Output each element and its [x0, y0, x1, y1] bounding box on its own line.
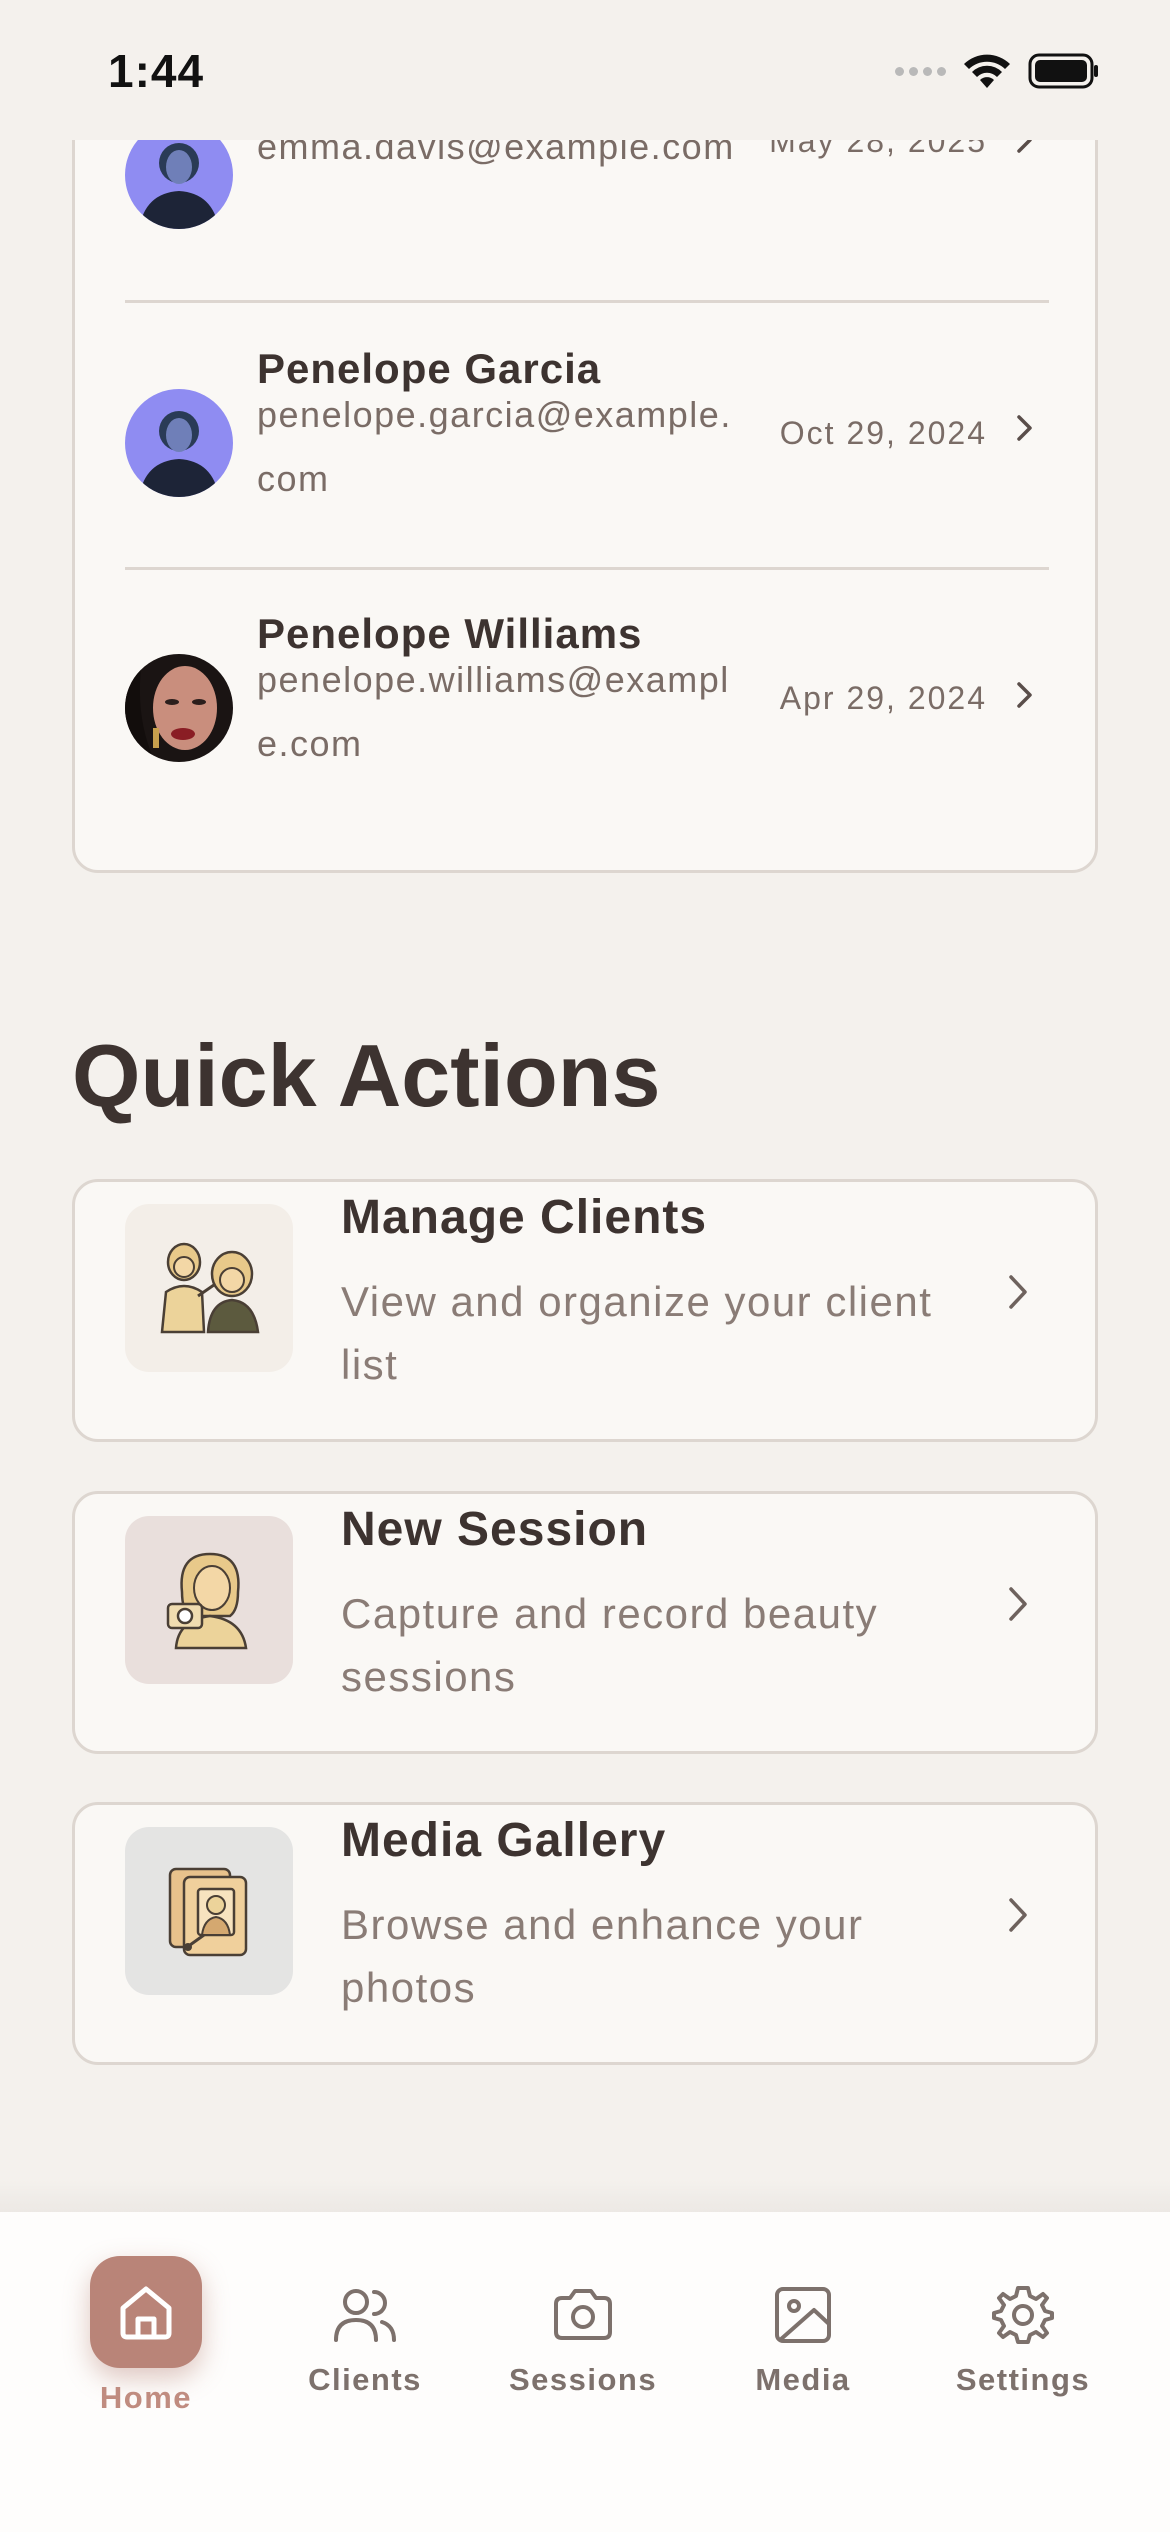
tab-label: Settings	[955, 2362, 1091, 2397]
chevron-right-icon	[1017, 682, 1032, 708]
recent-clients-card: emma.davis@example.com May 28, 2025 Pene…	[72, 40, 1098, 873]
action-subtitle: Capture and record beauty sessions	[341, 1590, 879, 1700]
camera-icon	[554, 2289, 612, 2340]
tab-label: Home	[99, 2380, 193, 2415]
house-icon	[120, 2286, 172, 2340]
gear-icon	[992, 2286, 1054, 2344]
tab-bar-shadow	[0, 2180, 1170, 2214]
new-session-card[interactable]: New Session Capture and record beauty se…	[72, 1491, 1098, 1754]
action-title: Manage Clients	[341, 1191, 708, 1244]
chevron-right-icon	[1009, 1587, 1027, 1621]
client-date: Apr 29, 2024	[779, 680, 987, 716]
action-subtitle: View and organize your client list	[341, 1278, 933, 1388]
chevron-right-icon	[1009, 1275, 1027, 1309]
woman-camera-illustration-icon	[125, 1516, 293, 1684]
status-time: 1:44	[108, 45, 205, 97]
media-gallery-card[interactable]: Media Gallery Browse and enhance your ph…	[72, 1802, 1098, 2065]
photo-album-illustration-icon	[125, 1827, 293, 1995]
makeup-artist-client-illustration-icon	[125, 1204, 293, 1372]
manage-clients-card[interactable]: Manage Clients View and organize your cl…	[72, 1179, 1098, 1442]
tab-label: Clients	[308, 2362, 422, 2397]
action-title: Media Gallery	[341, 1814, 667, 1867]
status-bar: 1:44	[0, 0, 1170, 140]
battery-icon	[1028, 53, 1098, 89]
chevron-right-icon	[1017, 415, 1032, 441]
home-icon-bubble	[90, 2256, 202, 2368]
chevron-right-icon	[1009, 1898, 1027, 1932]
client-row[interactable]: Penelope Williams penelope.williams@exam…	[75, 570, 1095, 836]
tab-label: Media	[755, 2362, 851, 2397]
action-subtitle: Browse and enhance your photos	[341, 1901, 864, 2011]
status-icons	[895, 52, 1100, 90]
client-row[interactable]: Penelope Garcia penelope.garcia@example.…	[75, 303, 1095, 569]
client-avatar	[125, 389, 233, 497]
action-title: New Session	[341, 1503, 649, 1556]
tab-clients[interactable]: Clients	[270, 2252, 460, 2398]
client-avatar	[125, 654, 233, 762]
users-icon	[334, 2289, 396, 2342]
tab-sessions[interactable]: Sessions	[488, 2252, 678, 2398]
client-email: penelope.williams@example.com	[257, 659, 730, 764]
tab-bar: Home Clients Sessions Media Settings	[0, 2212, 1170, 2532]
tab-label: Sessions	[508, 2362, 658, 2397]
client-date: Oct 29, 2024	[779, 415, 987, 451]
cellular-signal-icon	[895, 66, 946, 76]
client-email: penelope.garcia@example.com	[257, 394, 732, 499]
quick-actions-title: Quick Actions	[72, 1026, 661, 1125]
tab-settings[interactable]: Settings	[928, 2252, 1118, 2398]
tab-media[interactable]: Media	[708, 2252, 898, 2398]
image-icon	[775, 2287, 831, 2343]
wifi-icon	[964, 54, 1010, 88]
